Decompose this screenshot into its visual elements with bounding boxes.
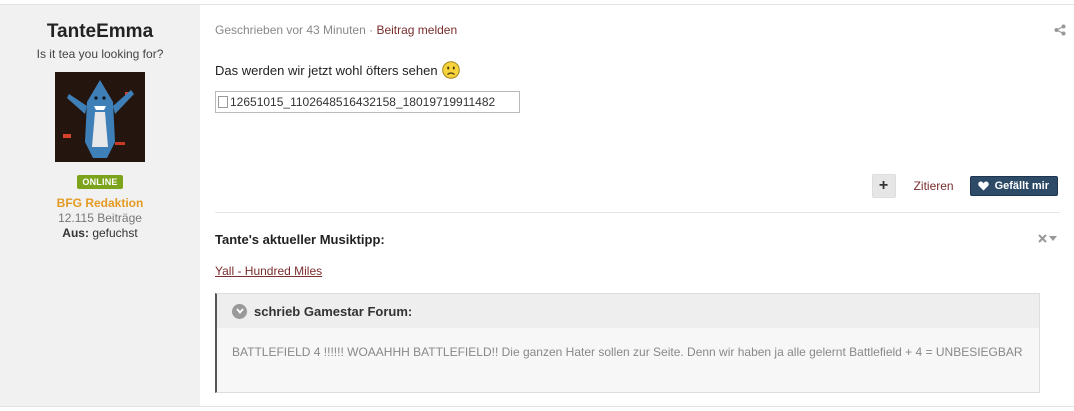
post-count: 12.115 Beiträge [58,211,142,225]
broken-image: 12651015_1102648516432158_18019719911482 [215,91,520,113]
music-link[interactable]: Yall - Hundred Miles [215,264,322,278]
report-link[interactable]: Beitrag melden [376,23,457,37]
online-badge: ONLINE [77,175,123,189]
post-date: Geschrieben vor 43 Minuten [215,23,366,37]
post-actions: + Zitieren Gefällt mir [871,174,1058,198]
username[interactable]: TanteEmma [0,21,200,43]
avatar-image [55,72,145,162]
share-icon[interactable] [1054,24,1066,36]
forum-post: TanteEmma Is it tea you looking for? ONL… [0,4,1074,407]
signature-quote: schrieb Gamestar Forum: BATTLEFIELD 4 !!… [215,293,1040,393]
quote-button[interactable]: Zitieren [914,179,954,193]
caret-down-icon[interactable] [1049,235,1057,242]
avatar[interactable] [55,72,145,162]
signature-controls[interactable] [1038,234,1057,243]
chevron-down-icon[interactable] [232,303,247,319]
quote-author: schrieb Gamestar Forum: [254,303,413,319]
meta-separator: · [369,23,374,37]
signature-divider [215,212,1060,213]
user-rank: BFG Redaktion [56,196,144,210]
like-label: Gefällt mir [994,180,1049,192]
quote-body: BATTLEFIELD 4 !!!!!! WOAAHHH BATTLEFIELD… [232,345,1023,359]
quote-header[interactable]: schrieb Gamestar Forum: [217,294,1039,328]
user-sidebar: TanteEmma Is it tea you looking for? ONL… [0,5,200,406]
post-content: Geschrieben vor 43 Minuten · Beitrag mel… [215,5,1074,406]
user-title: Is it tea you looking for? [36,47,164,61]
heart-icon [977,181,989,191]
broken-image-icon [218,96,228,108]
image-alt-text: 12651015_1102648516432158_18019719911482 [230,95,496,109]
close-icon[interactable] [1038,234,1047,243]
post-meta: Geschrieben vor 43 Minuten · Beitrag mel… [215,23,457,37]
sad-smiley-icon [441,61,460,79]
post-message: Das werden wir jetzt wohl öfters sehen [215,61,460,79]
location-value: gefuchst [92,226,138,240]
signature-title: Tante's aktueller Musiktipp: [215,232,385,247]
message-text: Das werden wir jetzt wohl öfters sehen [215,62,438,78]
multiquote-button[interactable]: + [871,174,896,198]
user-location: Aus: gefuchst [0,226,200,240]
location-label: Aus: [62,226,89,240]
like-button[interactable]: Gefällt mir [969,176,1058,196]
